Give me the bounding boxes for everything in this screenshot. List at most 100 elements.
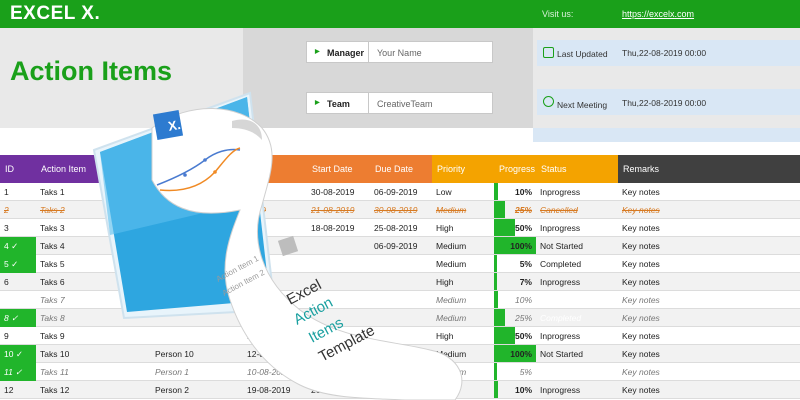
cell-priority[interactable]: High [432, 273, 494, 291]
cell-id[interactable]: 7 [0, 291, 36, 309]
cell-priority[interactable]: High [432, 219, 494, 237]
progress-cell[interactable]: 10% [494, 183, 536, 201]
cell-due[interactable] [370, 363, 432, 381]
table-row[interactable]: 4 ✓ Taks 4 2019 06-09-2019 Medium Not Started… [0, 237, 800, 255]
progress-cell[interactable]: 7% [494, 273, 536, 291]
col-progress[interactable]: Progress [494, 155, 536, 183]
progress-cell[interactable]: 25% [494, 201, 536, 219]
progress-cell[interactable]: 100% [494, 237, 536, 255]
cell-priority[interactable]: Medium [432, 201, 494, 219]
cell-start[interactable]: 30-08-2019 [307, 183, 370, 201]
cell-start[interactable]: 26-0 [307, 381, 370, 399]
progress-cell[interactable]: 100% [494, 345, 536, 363]
cell-priority[interactable]: High [432, 327, 494, 345]
cell-start[interactable] [307, 327, 370, 345]
cell-priority[interactable]: Medium [432, 237, 494, 255]
cell-remarks[interactable]: Key notes [618, 381, 800, 399]
last-updated-value[interactable]: Thu,22-08-2019 00:00 [622, 48, 706, 58]
table-row[interactable]: 11 ✓ Taks 11 Person 1 10-08-2019 Medium Compl… [0, 363, 800, 381]
cell-raised[interactable]: 13-08-2019 [243, 327, 307, 345]
cell-start[interactable]: 21-08-2019 [307, 201, 370, 219]
next-meeting-value[interactable]: Thu,22-08-2019 00:00 [622, 98, 706, 108]
cell-remarks[interactable]: Key notes [618, 201, 800, 219]
progress-cell[interactable]: 5% [494, 255, 536, 273]
cell-id[interactable]: 12 [0, 381, 36, 399]
cell-priority[interactable]: Medium [432, 309, 494, 327]
cell-due[interactable] [370, 381, 432, 399]
cell-status[interactable]: Inprogress [536, 273, 618, 291]
cell-raised[interactable]: 19-08-2019 [243, 381, 307, 399]
cell-status[interactable]: Cancelled [536, 201, 618, 219]
cell-status[interactable]: Inprogress [536, 327, 618, 345]
cell-task[interactable]: Taks 9 [36, 327, 151, 345]
cell-start[interactable] [307, 237, 370, 255]
team-input[interactable]: CreativeTeam [369, 92, 493, 114]
cell-owner[interactable] [151, 309, 243, 327]
cell-remarks[interactable]: Key notes [618, 291, 800, 309]
cell-start[interactable] [307, 255, 370, 273]
cell-task[interactable]: Taks 1 [36, 183, 151, 201]
cell-task[interactable]: Taks 6 [36, 273, 151, 291]
cell-status[interactable]: Completed [536, 309, 618, 327]
cell-due[interactable] [370, 345, 432, 363]
cell-remarks[interactable]: Key notes [618, 237, 800, 255]
col-priority[interactable]: Priority [432, 155, 494, 183]
cell-raised[interactable] [243, 309, 307, 327]
cell-id[interactable]: 9 [0, 327, 36, 345]
table-row[interactable]: 8 ✓ Taks 8 Medium Completed Key notes 25% [0, 309, 800, 327]
cell-id[interactable]: 2 [0, 201, 36, 219]
col-owner[interactable] [151, 155, 243, 183]
cell-remarks[interactable]: Key notes [618, 309, 800, 327]
col-due-date[interactable]: Due Date [370, 155, 432, 183]
cell-owner[interactable] [151, 219, 243, 237]
cell-start[interactable] [307, 291, 370, 309]
cell-priority[interactable]: Medium [432, 345, 494, 363]
cell-status[interactable]: Inprogress [536, 219, 618, 237]
cell-id[interactable]: 6 [0, 273, 36, 291]
cell-due[interactable]: 30-08-2019 [370, 201, 432, 219]
table-row[interactable]: 6 Taks 6 High Inprogress Key notes 7% [0, 273, 800, 291]
col-action-item[interactable]: Action Item [36, 155, 151, 183]
cell-remarks[interactable]: Key notes [618, 273, 800, 291]
progress-cell[interactable]: 10% [494, 381, 536, 399]
cell-raised[interactable]: 10-08-2019 [243, 363, 307, 381]
progress-cell[interactable]: 10% [494, 291, 536, 309]
col-id[interactable]: ID [0, 155, 36, 183]
cell-task[interactable]: Taks 4 [36, 237, 151, 255]
cell-raised[interactable]: 2019 [243, 219, 307, 237]
cell-due[interactable]: 06-09-2019 [370, 183, 432, 201]
cell-status[interactable]: Completed [536, 255, 618, 273]
cell-raised[interactable]: 12-08-2019 [243, 345, 307, 363]
cell-id[interactable]: 1 [0, 183, 36, 201]
manager-input[interactable]: Your Name [369, 41, 493, 63]
cell-status[interactable]: Not Started [536, 345, 618, 363]
cell-remarks[interactable]: Key notes [618, 345, 800, 363]
cell-owner[interactable] [151, 291, 243, 309]
table-row[interactable]: 1 Taks 1 2019 30-08-2019 06-09-2019 Low Inprog… [0, 183, 800, 201]
cell-task[interactable]: Taks 2 [36, 201, 151, 219]
table-row[interactable]: 7 Taks 7 Medium Not Started Key notes 10% [0, 291, 800, 309]
cell-priority[interactable]: Medium [432, 255, 494, 273]
cell-status[interactable]: Completed [536, 363, 618, 381]
cell-owner[interactable] [151, 327, 243, 345]
cell-task[interactable]: Taks 8 [36, 309, 151, 327]
table-row[interactable]: 12 Taks 12 Person 2 19-08-2019 26-0 High Inpro… [0, 381, 800, 399]
cell-id[interactable]: 4 ✓ [0, 237, 36, 255]
cell-priority[interactable]: Low [432, 183, 494, 201]
cell-owner[interactable]: Person 10 [151, 345, 243, 363]
cell-raised[interactable] [243, 291, 307, 309]
cell-priority[interactable]: Medium [432, 363, 494, 381]
cell-id[interactable]: 10 ✓ [0, 345, 36, 363]
cell-raised[interactable] [243, 255, 307, 273]
cell-owner[interactable] [151, 201, 243, 219]
cell-due[interactable] [370, 255, 432, 273]
cell-status[interactable]: Inprogress [536, 183, 618, 201]
table-row[interactable]: 2 Taks 2 2019 21-08-2019 30-08-2019 Medium Can… [0, 201, 800, 219]
cell-raised[interactable]: 2019 [243, 201, 307, 219]
cell-task[interactable]: Taks 10 [36, 345, 151, 363]
cell-owner[interactable] [151, 255, 243, 273]
cell-owner[interactable] [151, 273, 243, 291]
progress-cell[interactable]: 50% [494, 219, 536, 237]
cell-status[interactable]: Not Started [536, 237, 618, 255]
cell-id[interactable]: 8 ✓ [0, 309, 36, 327]
